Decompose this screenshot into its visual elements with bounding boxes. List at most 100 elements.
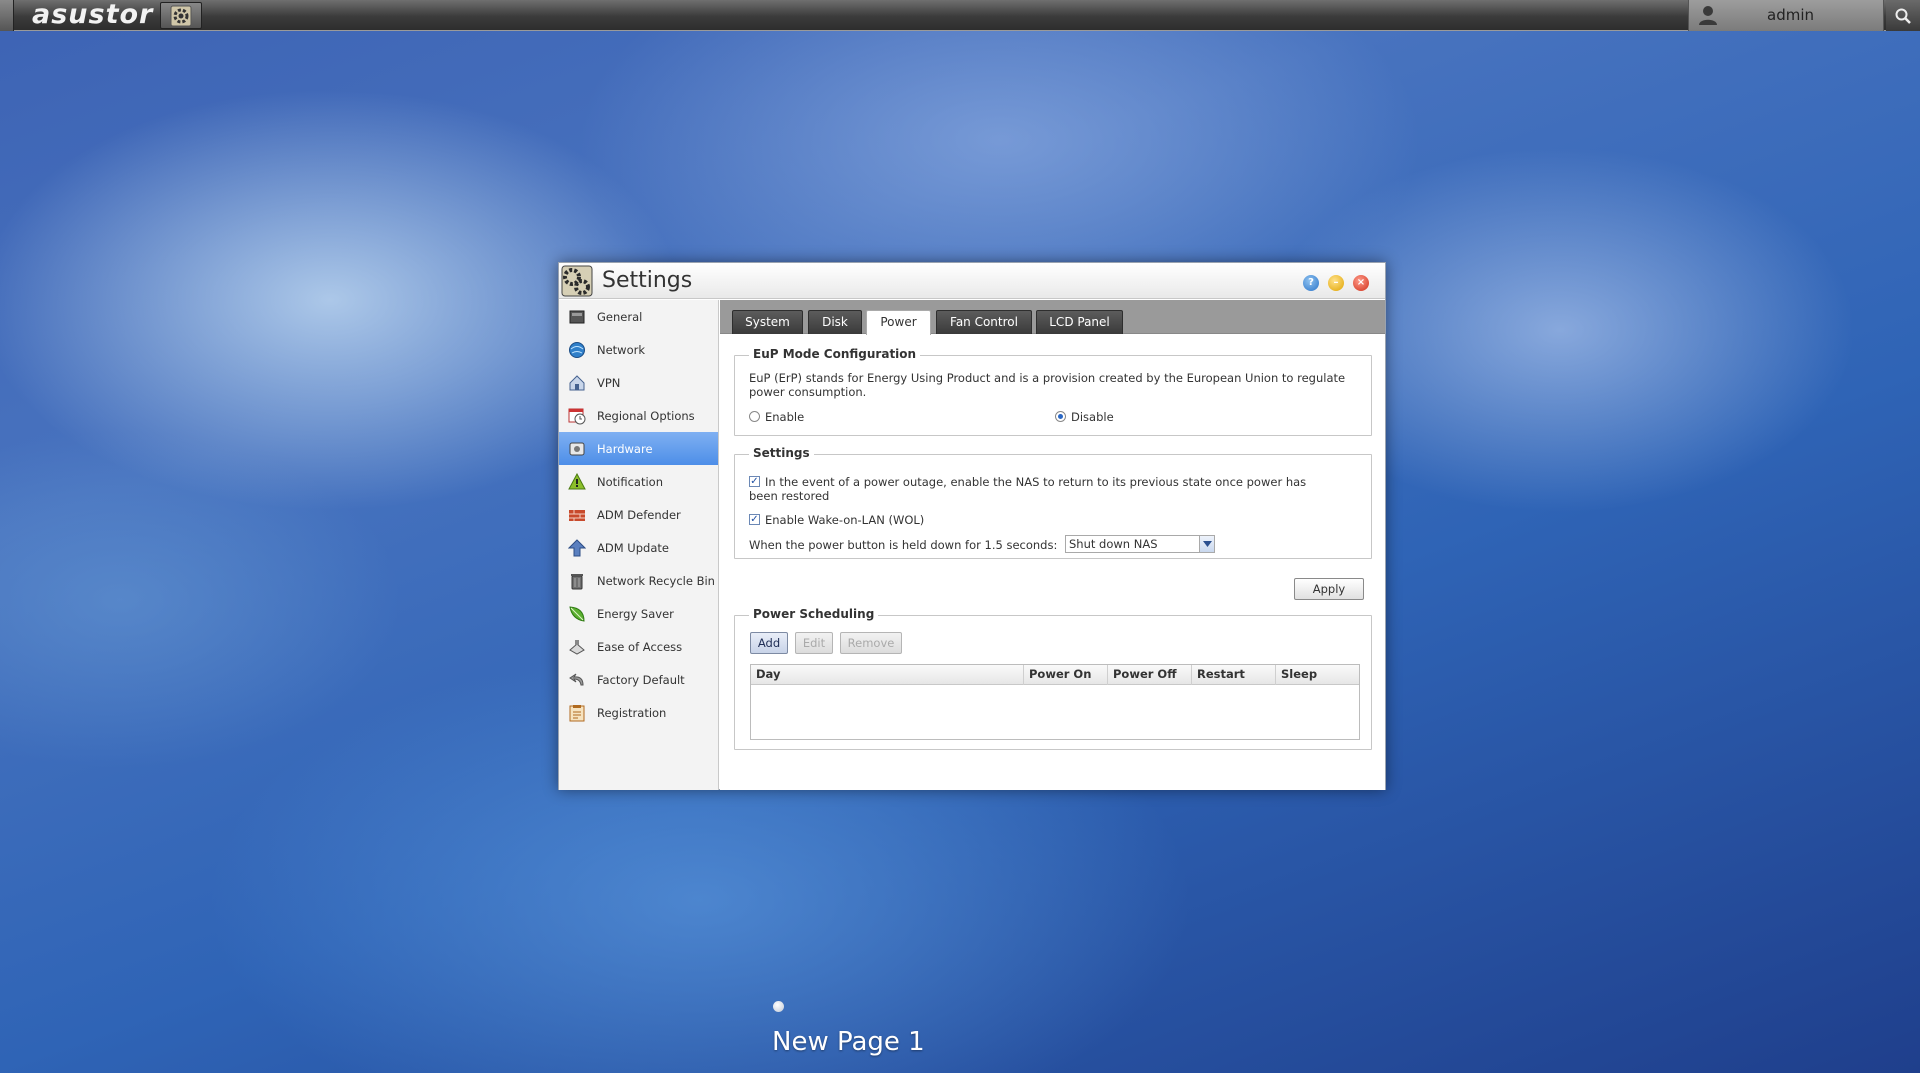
username-label: admin (1767, 6, 1814, 24)
brand-logo: asustor (32, 0, 154, 30)
sidebar-item-notification[interactable]: Notification (559, 465, 718, 498)
edit-schedule-button[interactable]: Edit (795, 632, 833, 654)
sidebar-item-label: Regional Options (597, 408, 695, 423)
power-restore-label-line2: been restored (749, 489, 830, 503)
column-restart[interactable]: Restart (1191, 665, 1275, 685)
sidebar-item-label: Factory Default (597, 672, 685, 687)
close-icon: × (1356, 277, 1366, 288)
sidebar-item-label: General (597, 309, 643, 324)
sidebar-item-label: VPN (597, 375, 621, 390)
user-menu[interactable]: admin (1688, 0, 1884, 31)
sidebar-item-label: Energy Saver (597, 606, 674, 621)
network-icon (568, 341, 586, 359)
settings-shortcut-button[interactable] (160, 2, 202, 29)
general-icon (568, 308, 586, 326)
window-title: Settings (602, 268, 693, 293)
sidebar-item-label: Notification (597, 474, 663, 489)
sidebar-item-network-recycle-bin[interactable]: Network Recycle Bin (559, 564, 718, 597)
sidebar-item-label: Ease of Access (597, 639, 683, 654)
window-titlebar[interactable]: Settings ? – × (559, 263, 1385, 299)
minimize-icon: – (1333, 277, 1339, 288)
power-restore-label-line1: In the event of a power outage, enable t… (765, 475, 1307, 489)
sidebar-item-label: ADM Update (597, 540, 669, 555)
sidebar-item-label: Network (597, 342, 646, 357)
desktop-page-label: New Page 1 (772, 1027, 925, 1057)
eup-enable-label[interactable]: Enable (765, 410, 804, 424)
power-schedule-table: Day Power On Power Off Restart Sleep (750, 664, 1360, 740)
settings-legend: Settings (749, 446, 814, 460)
power-button-value: Shut down NAS (1069, 537, 1158, 551)
settings-sidebar: General Network VPN Regional Options Har… (559, 300, 719, 790)
sidebar-item-adm-update[interactable]: ADM Update (559, 531, 718, 564)
sidebar-item-general[interactable]: General (559, 300, 718, 333)
column-power-off[interactable]: Power Off (1107, 665, 1191, 685)
ease-of-access-icon (568, 638, 586, 656)
regional-options-icon (568, 407, 586, 425)
eup-disable-label[interactable]: Disable (1071, 410, 1114, 424)
tab-system[interactable]: System (732, 310, 803, 334)
sidebar-item-vpn[interactable]: VPN (559, 366, 718, 399)
factory-default-icon (568, 671, 586, 689)
settings-window: Settings ? – × General Network VPN Regio… (558, 262, 1386, 790)
eup-description-line1: EuP (ErP) stands for Energy Using Produc… (749, 371, 1346, 385)
table-header: Day Power On Power Off Restart Sleep (751, 665, 1359, 685)
help-icon: ? (1308, 277, 1314, 288)
sidebar-item-regional-options[interactable]: Regional Options (559, 399, 718, 432)
gear-icon (170, 5, 192, 26)
wol-label: Enable Wake-on-LAN (WOL) (765, 513, 925, 527)
help-button[interactable]: ? (1303, 275, 1319, 291)
eup-description-line2: power consumption. (749, 385, 867, 399)
column-power-on[interactable]: Power On (1023, 665, 1107, 685)
eup-disable-radio[interactable] (1055, 411, 1066, 422)
taskbar-grip[interactable] (0, 0, 14, 31)
adm-defender-icon (568, 506, 586, 524)
sidebar-item-ease-of-access[interactable]: Ease of Access (559, 630, 718, 663)
sidebar-item-label: Hardware (597, 441, 653, 456)
power-button-select[interactable]: Shut down NAS (1065, 535, 1215, 553)
chevron-down-icon[interactable] (1199, 536, 1214, 552)
sidebar-item-adm-defender[interactable]: ADM Defender (559, 498, 718, 531)
power-restore-checkbox[interactable]: ✓ (749, 476, 760, 487)
hardware-icon (568, 440, 586, 458)
sidebar-item-network[interactable]: Network (559, 333, 718, 366)
page-indicator-dot[interactable] (773, 1001, 784, 1012)
settings-content: System Disk Power Fan Control LCD Panel … (720, 300, 1385, 790)
search-button[interactable] (1886, 0, 1920, 31)
close-button[interactable]: × (1353, 275, 1369, 291)
tab-power[interactable]: Power (866, 310, 931, 335)
eup-mode-group: EuP Mode Configuration EuP (ErP) stands … (734, 347, 1372, 436)
sidebar-item-hardware[interactable]: Hardware (559, 432, 718, 465)
power-settings-group: Settings ✓ In the event of a power outag… (734, 446, 1372, 559)
power-button-label: When the power button is held down for 1… (749, 538, 1058, 552)
settings-app-icon (561, 265, 593, 297)
add-schedule-button[interactable]: Add (750, 632, 788, 654)
adm-update-icon (568, 539, 586, 557)
sidebar-item-label: Registration (597, 705, 667, 720)
apply-button[interactable]: Apply (1294, 578, 1364, 600)
power-scheduling-group: Power Scheduling Add Edit Remove Day Pow… (734, 607, 1372, 750)
search-icon (1895, 8, 1911, 24)
sidebar-item-label: Network Recycle Bin (597, 573, 715, 588)
column-day[interactable]: Day (751, 665, 1023, 685)
wol-checkbox[interactable]: ✓ (749, 514, 760, 525)
eup-mode-legend: EuP Mode Configuration (749, 347, 921, 361)
notification-icon (568, 473, 586, 491)
registration-icon (568, 704, 586, 722)
minimize-button[interactable]: – (1328, 275, 1344, 291)
user-icon (1699, 6, 1717, 25)
recycle-bin-icon (568, 572, 586, 590)
remove-schedule-button[interactable]: Remove (840, 632, 902, 654)
column-sleep[interactable]: Sleep (1275, 665, 1359, 685)
taskbar: asustor admin (0, 0, 1920, 31)
vpn-icon (568, 374, 586, 392)
tab-fan-control[interactable]: Fan Control (936, 310, 1032, 334)
tab-disk[interactable]: Disk (808, 310, 862, 334)
sidebar-item-registration[interactable]: Registration (559, 696, 718, 729)
energy-saver-icon (568, 605, 586, 623)
eup-enable-radio[interactable] (749, 411, 760, 422)
power-scheduling-legend: Power Scheduling (749, 607, 879, 621)
tab-bar: System Disk Power Fan Control LCD Panel (720, 300, 1385, 335)
sidebar-item-factory-default[interactable]: Factory Default (559, 663, 718, 696)
tab-lcd-panel[interactable]: LCD Panel (1036, 310, 1123, 334)
sidebar-item-energy-saver[interactable]: Energy Saver (559, 597, 718, 630)
